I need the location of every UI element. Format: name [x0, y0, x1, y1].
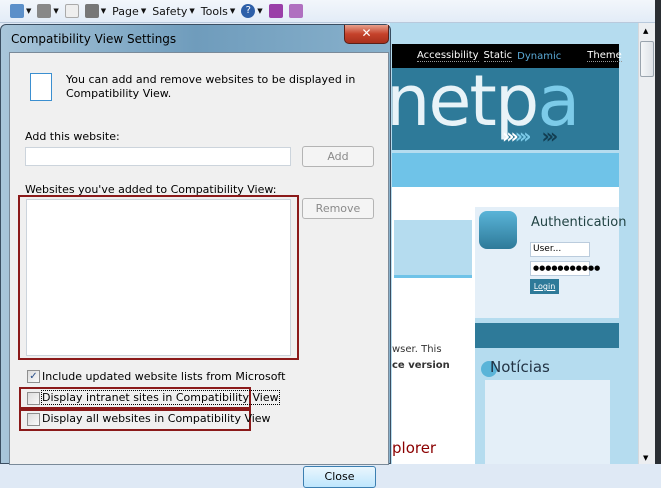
add-button[interactable]: Add — [302, 146, 374, 167]
password-input[interactable]: ●●●●●●●●●●● — [530, 261, 600, 276]
compatibility-view-dialog: Compatibility View Settings ✕ You can ad… — [0, 24, 391, 488]
content-text: wser. This ce version — [392, 342, 450, 374]
auth-title: Authentication — [531, 215, 627, 230]
arrows-decoration: ›››››› ››› — [502, 124, 558, 148]
display-intranet-checkbox[interactable] — [27, 392, 40, 405]
scroll-up-icon[interactable]: ▲ — [643, 27, 648, 35]
print-icon — [84, 4, 99, 18]
home-icon — [10, 4, 24, 18]
home-button[interactable]: ▼ — [10, 4, 31, 18]
tools-label: Tools — [200, 4, 228, 18]
menu-band — [392, 153, 619, 187]
close-icon[interactable]: ✕ — [344, 25, 389, 44]
dialog-body: You can add and remove websites to be di… — [9, 52, 389, 488]
websites-list[interactable] — [26, 199, 291, 356]
mail-icon — [64, 4, 79, 18]
window-frame — [655, 0, 661, 464]
page-menu[interactable]: Page ▼ — [112, 5, 146, 18]
white-band — [392, 187, 619, 207]
remove-button[interactable]: Remove — [302, 198, 374, 219]
onenote-linked-icon[interactable] — [288, 4, 303, 18]
section-bar — [475, 323, 619, 348]
login-button[interactable]: Login — [530, 279, 559, 294]
checkbox-label[interactable]: Display all websites in Compatibility Vi… — [42, 412, 271, 425]
scroll-thumb[interactable] — [640, 41, 654, 77]
dialog-title: Compatibility View Settings — [11, 32, 177, 46]
highlight-box — [18, 195, 299, 360]
user-input[interactable]: User... — [530, 242, 590, 257]
add-website-input[interactable] — [25, 147, 291, 166]
web-page: Accessibility Static Dynamic Theme netpa… — [390, 23, 638, 464]
close-button[interactable]: Close — [303, 466, 376, 488]
safety-menu[interactable]: Safety ▼ — [152, 5, 195, 18]
theme-link[interactable]: Theme — [587, 50, 622, 62]
feeds-icon — [37, 4, 52, 18]
lock-icon — [479, 211, 517, 249]
tools-menu[interactable]: Tools ▼ — [201, 5, 236, 18]
text-line: wser. This — [392, 344, 442, 355]
main-content: wser. This ce version plorer — [392, 207, 475, 464]
browser-link[interactable]: plorer — [392, 439, 436, 457]
accessibility-link[interactable]: Accessibility — [417, 50, 479, 62]
compatibility-view-icon — [30, 73, 52, 101]
site-banner: netpa ›››››› ››› — [392, 68, 619, 150]
auth-panel: Authentication User... ●●●●●●●●●●● Login — [475, 207, 626, 318]
onenote-send-icon[interactable] — [268, 4, 283, 18]
dynamic-link[interactable]: Dynamic — [517, 51, 561, 62]
help-button[interactable]: ? ▼ — [241, 4, 263, 18]
mail-button[interactable] — [64, 4, 79, 18]
content-box — [394, 220, 472, 278]
include-updated-lists-checkbox[interactable]: ✓ — [27, 370, 40, 383]
vertical-scrollbar[interactable]: ▲ ▼ — [638, 23, 655, 464]
help-icon: ? — [241, 4, 256, 18]
page-label: Page — [112, 4, 139, 18]
safety-label: Safety — [152, 4, 188, 18]
print-button[interactable]: ▼ — [84, 4, 106, 18]
add-website-label: Add this website: — [25, 130, 120, 143]
static-link[interactable]: Static — [483, 50, 513, 62]
command-bar: ▼ ▼ ▼ Page ▼ Safety ▼ Tools ▼ ? ▼ — [0, 0, 661, 23]
checkbox-label[interactable]: Include updated website lists from Micro… — [42, 370, 285, 383]
checkbox-label[interactable]: Display intranet sites in Compatibility … — [41, 390, 280, 405]
display-all-websites-checkbox[interactable] — [27, 413, 40, 426]
feeds-button[interactable]: ▼ — [37, 4, 59, 18]
scroll-down-icon[interactable]: ▼ — [643, 454, 648, 462]
text-line: ce version — [392, 360, 450, 371]
dialog-description: You can add and remove websites to be di… — [66, 73, 356, 100]
news-box — [485, 380, 610, 464]
news-title: Notícias — [490, 358, 550, 376]
site-nav: Accessibility Static Dynamic Theme — [392, 44, 622, 68]
